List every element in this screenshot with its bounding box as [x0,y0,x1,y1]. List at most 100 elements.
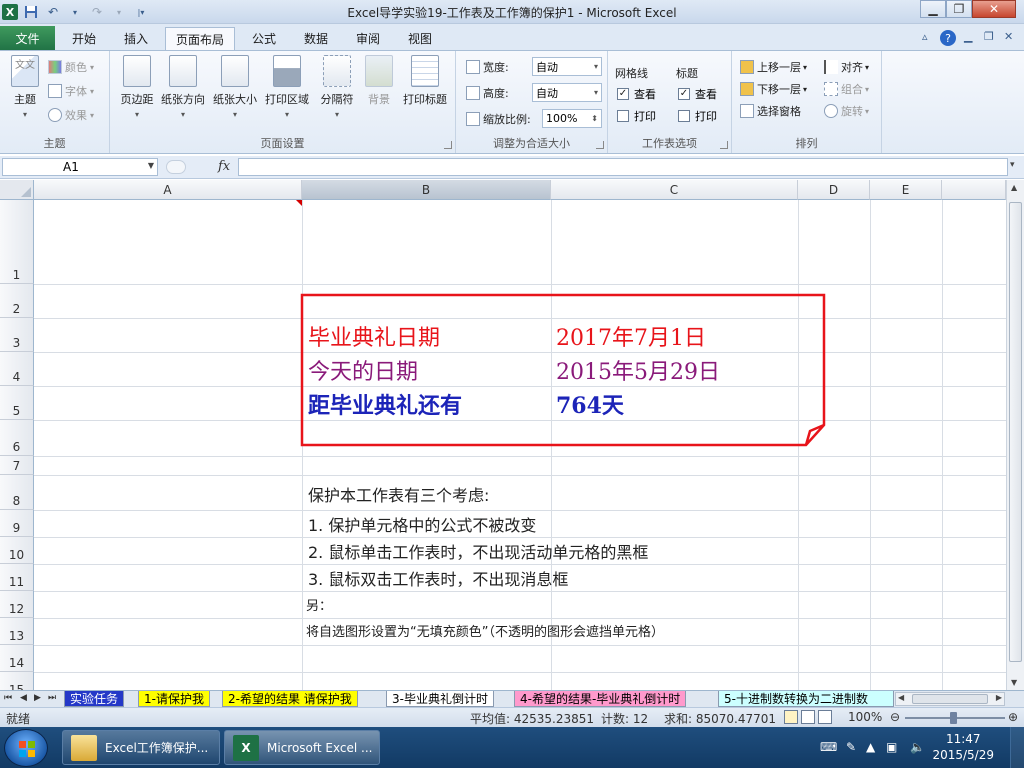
sheet-options-launcher-icon[interactable] [720,141,728,149]
effects-button[interactable]: 效果 ▾ [48,105,94,125]
bring-forward-button[interactable]: 上移一层 ▾ [740,57,807,77]
last-sheet-icon[interactable]: ⏭ [48,693,56,703]
network-icon[interactable]: ▣ [886,740,897,754]
cell-b11[interactable]: 3. 鼠标双击工作表时，不出现消息框 [308,566,568,590]
sheet-tab-2[interactable]: 2-希望的结果 请保护我 [222,691,358,707]
worksheet-grid[interactable]: A B C D E 1 2 3 4 5 6 7 8 9 10 11 12 13 … [0,180,1006,690]
cell-b8[interactable]: 保护本工作表有三个考虑: [308,482,489,506]
name-box[interactable]: A1 ▼ [2,158,158,176]
normal-view-icon[interactable] [784,710,798,724]
zoom-in-icon[interactable]: ⊕ [1008,710,1018,724]
row-header-2[interactable]: 2 [0,284,34,318]
row-header-4[interactable]: 4 [0,352,34,386]
zoom-level[interactable]: 100% [848,710,882,724]
tab-insert[interactable]: 插入 [114,27,158,50]
cell-b4[interactable]: 今天的日期 [308,354,418,386]
formula-expand-icon[interactable]: ▾ [1010,160,1015,170]
column-header-f[interactable] [942,180,1006,200]
align-button[interactable]: 对齐 ▾ [824,57,869,77]
row-header-13[interactable]: 13 [0,618,34,645]
input-method-icon[interactable]: ✎ [846,740,856,754]
themes-button[interactable]: 文文 主题 ▾ [0,55,50,119]
formula-bar-expand-icon[interactable] [166,160,186,174]
cell-b10[interactable]: 2. 鼠标单击工作表时，不出现活动单元格的黑框 [308,539,648,563]
show-hidden-icons-icon[interactable]: ▲ [866,740,875,754]
scale-stepper[interactable]: 100% ⬍ [542,109,602,128]
row-header-9[interactable]: 9 [0,510,34,537]
margins-button[interactable]: 页边距 ▾ [112,55,162,119]
volume-icon[interactable]: 🔈 [910,740,925,754]
cell-c5[interactable]: 764天 [556,388,624,420]
column-header-e[interactable]: E [870,180,942,200]
help-icon[interactable]: ? [940,30,956,46]
horizontal-scrollbar[interactable]: ◀ ▶ [895,692,1005,706]
orientation-button[interactable]: 纸张方向 ▾ [158,55,208,119]
tab-data[interactable]: 数据 [294,27,338,50]
minimize-ribbon-icon[interactable]: ▵ [922,30,928,43]
select-all-corner[interactable] [0,180,34,200]
prev-sheet-icon[interactable]: ◀ [20,693,27,703]
sheet-tab-0[interactable]: 实验任务 [64,691,125,707]
taskbar-item-excel[interactable]: X Microsoft Excel ... [224,730,380,765]
tab-home[interactable]: 开始 [62,27,106,50]
row-header-6[interactable]: 6 [0,420,34,456]
page-break-view-icon[interactable] [818,710,832,724]
tab-view[interactable]: 视图 [398,27,442,50]
row-header-1[interactable]: 1 [0,200,34,284]
start-button[interactable] [4,729,48,767]
rotate-button[interactable]: 旋转 ▾ [824,101,869,121]
scale-launcher-icon[interactable] [596,141,604,149]
send-backward-button[interactable]: 下移一层 ▾ [740,79,807,99]
tab-file[interactable]: 文件 [0,26,55,50]
scroll-up-icon[interactable]: ▲ [1011,183,1017,192]
clock[interactable]: 11:47 2015/5/29 [932,731,994,763]
row-header-14[interactable]: 14 [0,645,34,672]
column-header-d[interactable]: D [798,180,870,200]
height-select[interactable]: 自动 ▾ [532,83,602,102]
tab-formulas[interactable]: 公式 [242,27,286,50]
column-header-b[interactable]: B [302,180,551,200]
first-sheet-icon[interactable]: ⏮ [4,693,12,703]
headings-print-checkbox[interactable]: 打印 [678,107,717,125]
maximize-button[interactable]: ❐ [946,0,972,18]
fonts-button[interactable]: 字体 ▾ [48,81,94,101]
keyboard-icon[interactable]: ⌨ [820,740,837,754]
row-header-8[interactable]: 8 [0,475,34,510]
fx-icon[interactable]: fx [218,159,230,174]
chevron-down-icon[interactable]: ▼ [148,161,154,170]
column-header-a[interactable]: A [34,180,302,200]
size-button[interactable]: 纸张大小 ▾ [210,55,260,119]
row-header-10[interactable]: 10 [0,537,34,564]
close-button[interactable]: ✕ [972,0,1016,18]
sheet-tab-3[interactable]: 3-毕业典礼倒计时 [386,691,494,707]
group-objects-button[interactable]: 组合 ▾ [824,79,869,99]
cell-b9[interactable]: 1. 保护单元格中的公式不被改变 [308,512,536,536]
scroll-right-icon[interactable]: ▶ [996,693,1002,702]
row-header-3[interactable]: 3 [0,318,34,352]
vertical-scrollbar[interactable]: ▲ ▼ [1006,180,1024,690]
cell-c3[interactable]: 2017年7月1日 [556,320,706,352]
cell-b12[interactable]: 另： [306,595,332,614]
cell-b5[interactable]: 距毕业典礼还有 [308,388,462,420]
spin-icon[interactable]: ⬍ [591,114,598,123]
sheet-tab-5[interactable]: 5-十进制数转换为二进制数 [718,691,894,707]
zoom-slider-thumb[interactable] [950,712,957,724]
comment-indicator-icon[interactable] [296,200,302,206]
sheet-tab-4[interactable]: 4-希望的结果-毕业典礼倒计时 [514,691,687,707]
workbook-restore-icon[interactable]: ❐ [984,30,994,43]
gridlines-view-checkbox[interactable]: ✓ 查看 [617,85,656,103]
scroll-down-icon[interactable]: ▼ [1011,678,1017,687]
background-button[interactable]: 背景 [354,55,404,107]
page-layout-view-icon[interactable] [801,710,815,724]
taskbar-item-folder[interactable]: Excel工作簿保护... [62,730,220,765]
horizontal-scroll-thumb[interactable] [912,694,988,704]
cell-c4[interactable]: 2015年5月29日 [556,354,720,386]
row-header-15[interactable]: 15 [0,672,34,690]
minimize-button[interactable]: ▁ [920,0,946,18]
next-sheet-icon[interactable]: ▶ [34,693,41,703]
page-setup-launcher-icon[interactable] [444,141,452,149]
zoom-out-icon[interactable]: ⊖ [890,710,900,724]
sheet-tab-1[interactable]: 1-请保护我 [138,691,210,707]
vertical-scroll-thumb[interactable] [1009,202,1022,662]
workbook-minimize-icon[interactable]: ▁ [964,30,972,43]
